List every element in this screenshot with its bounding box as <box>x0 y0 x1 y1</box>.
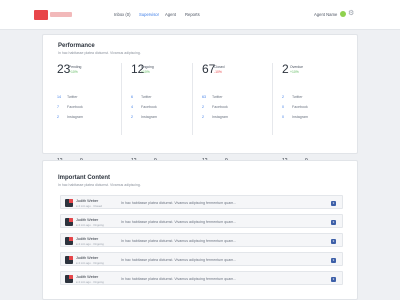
row-meta: ● 2 min ago · Ongoing <box>76 279 104 284</box>
source-name: Instagram <box>292 115 308 119</box>
row-meta: ● 2 min ago · Ongoing <box>76 260 104 265</box>
stat-delta: +10% <box>141 70 150 74</box>
content-title: Important Content <box>58 175 110 181</box>
row-excerpt: In hac habitasse platea dictumst. Vivamu… <box>121 258 237 262</box>
avatar <box>65 275 73 283</box>
source-count: 2 <box>282 95 284 99</box>
row-count-badge[interactable]: 3 <box>331 219 336 225</box>
source-row: 63 Twitter <box>202 95 223 99</box>
logo[interactable] <box>34 10 48 20</box>
source-row: 2 Instagram <box>202 115 228 119</box>
row-meta: ● 2 min ago · Ongoing <box>76 222 104 227</box>
source-row: 2 Facebook <box>202 105 228 109</box>
source-row: 0 Facebook <box>282 105 308 109</box>
source-name: Facebook <box>67 105 83 109</box>
stat-divider <box>192 63 193 135</box>
source-name: Facebook <box>212 105 228 109</box>
content-row[interactable]: Judith Weber ● 2 min ago · Ongoing In hac … <box>60 252 343 266</box>
performance-subtitle: In hac habitasse platea dictumst. Vivamu… <box>58 51 141 55</box>
stat-label: Closed <box>214 65 225 69</box>
stat-column[interactable]: 67 Closed -10% 63 Twitter 2 Facebook 2 Instagram… <box>202 63 262 173</box>
performance-card: Performance In hac habitasse platea dict… <box>42 34 358 168</box>
stat-delta: +10% <box>69 70 78 74</box>
source-count: 6 <box>131 95 133 99</box>
source-name: Twitter <box>67 95 78 99</box>
stat-delta: +10% <box>290 70 299 74</box>
row-meta: ● 2 min ago · Closed <box>76 203 102 208</box>
source-name: Facebook <box>141 105 157 109</box>
row-meta: ● 2 min ago · Ongoing <box>76 241 104 246</box>
row-author: Judith Weber <box>76 236 99 241</box>
stat-divider <box>272 63 273 135</box>
source-count: 2 <box>131 115 133 119</box>
source-count: 0 <box>282 115 284 119</box>
source-name: Instagram <box>67 115 83 119</box>
source-name: Facebook <box>292 105 308 109</box>
content-row[interactable]: Judith Weber ● 2 min ago · Closed In hac h… <box>60 195 343 209</box>
avatar <box>65 218 73 226</box>
source-count: 2 <box>57 115 59 119</box>
source-row: 14 Twitter <box>57 95 78 99</box>
content-row[interactable]: Judith Weber ● 2 min ago · Ongoing In hac … <box>60 233 343 247</box>
row-excerpt: In hac habitasse platea dictumst. Vivamu… <box>121 201 237 205</box>
avatar <box>65 256 73 264</box>
row-count-badge[interactable]: 3 <box>331 200 336 206</box>
source-row: 2 Instagram <box>131 115 157 119</box>
source-count: 0 <box>282 105 284 109</box>
source-count: 2 <box>202 105 204 109</box>
stat-count: 2 <box>282 62 289 76</box>
stat-column[interactable]: 12 Ongoing +10% 6 Twitter 4 Facebook 2 Instagram… <box>131 63 191 173</box>
row-excerpt: In hac habitasse platea dictumst. Vivamu… <box>121 277 237 281</box>
row-count-badge[interactable]: 3 <box>331 257 336 263</box>
row-excerpt: In hac habitasse platea dictumst. Vivamu… <box>121 239 237 243</box>
stat-divider <box>121 63 122 135</box>
nav-supervisor[interactable]: Supervisor <box>139 12 159 17</box>
source-count: 63 <box>202 95 206 99</box>
content-row[interactable]: Judith Weber ● 2 min ago · Ongoing In hac … <box>60 271 343 285</box>
logo-wordmark <box>50 12 72 17</box>
row-author: Judith Weber <box>76 255 99 260</box>
stat-column[interactable]: 23 Pending +10% 14 Twitter 7 Facebook 2 Instagra… <box>57 63 117 173</box>
source-name: Instagram <box>212 115 228 119</box>
row-author: Judith Weber <box>76 217 99 222</box>
source-name: Instagram <box>141 115 157 119</box>
source-count: 2 <box>202 115 204 119</box>
avatar <box>65 199 73 207</box>
source-row: 2 Twitter <box>282 95 303 99</box>
agent-name[interactable]: Agent Name <box>314 12 337 17</box>
stat-delta: -10% <box>214 70 222 74</box>
source-row: 2 Instagram <box>57 115 83 119</box>
source-row: 6 Twitter <box>131 95 152 99</box>
top-bar: Inbox (0) Supervisor Agent Reports Agent… <box>0 0 400 30</box>
row-author: Judith Weber <box>76 274 99 279</box>
source-count: 14 <box>57 95 61 99</box>
source-name: Twitter <box>212 95 223 99</box>
source-row: 7 Facebook <box>57 105 83 109</box>
content-subtitle: In hac habitasse platea dictumst. Vivamu… <box>58 183 141 187</box>
performance-title: Performance <box>58 43 95 49</box>
source-row: 4 Facebook <box>131 105 157 109</box>
source-count: 7 <box>57 105 59 109</box>
row-count-badge[interactable]: 3 <box>331 276 336 282</box>
stat-column[interactable]: 2Overdue+10%2Twitter0Facebook0Instagram1… <box>282 63 342 173</box>
nav-reports[interactable]: Reports <box>185 12 200 17</box>
status-indicator <box>340 11 346 17</box>
source-name: Twitter <box>141 95 152 99</box>
nav-agent[interactable]: Agent <box>165 12 176 17</box>
stat-label: Pending <box>69 65 82 69</box>
row-author: Judith Weber <box>76 198 99 203</box>
nav-inbox[interactable]: Inbox (0) <box>114 12 131 17</box>
source-row: 0 Instagram <box>282 115 308 119</box>
row-excerpt: In hac habitasse platea dictumst. Vivamu… <box>121 220 237 224</box>
gear-icon[interactable]: ⚙ <box>348 10 354 18</box>
important-content-card: Important Content In hac habitasse plate… <box>42 160 358 300</box>
content-row[interactable]: Judith Weber ● 2 min ago · Ongoing In hac … <box>60 214 343 228</box>
stat-label: Ongoing <box>141 65 154 69</box>
source-count: 4 <box>131 105 133 109</box>
stat-label: Overdue <box>290 65 304 69</box>
source-name: Twitter <box>292 95 303 99</box>
row-count-badge[interactable]: 3 <box>331 238 336 244</box>
avatar <box>65 237 73 245</box>
